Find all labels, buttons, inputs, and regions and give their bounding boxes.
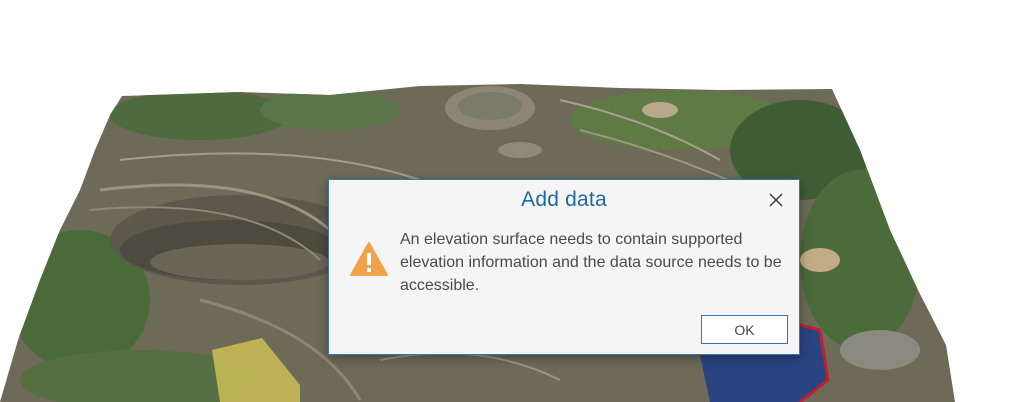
dialog-message: An elevation surface needs to contain su… xyxy=(400,231,782,294)
warning-icon xyxy=(350,242,388,276)
ok-button[interactable]: OK xyxy=(701,315,788,344)
add-data-dialog: Add data An elevation surface needs to c… xyxy=(328,179,800,355)
dialog-title: Add data xyxy=(521,188,607,211)
close-icon xyxy=(769,193,783,207)
close-button[interactable] xyxy=(765,189,787,211)
